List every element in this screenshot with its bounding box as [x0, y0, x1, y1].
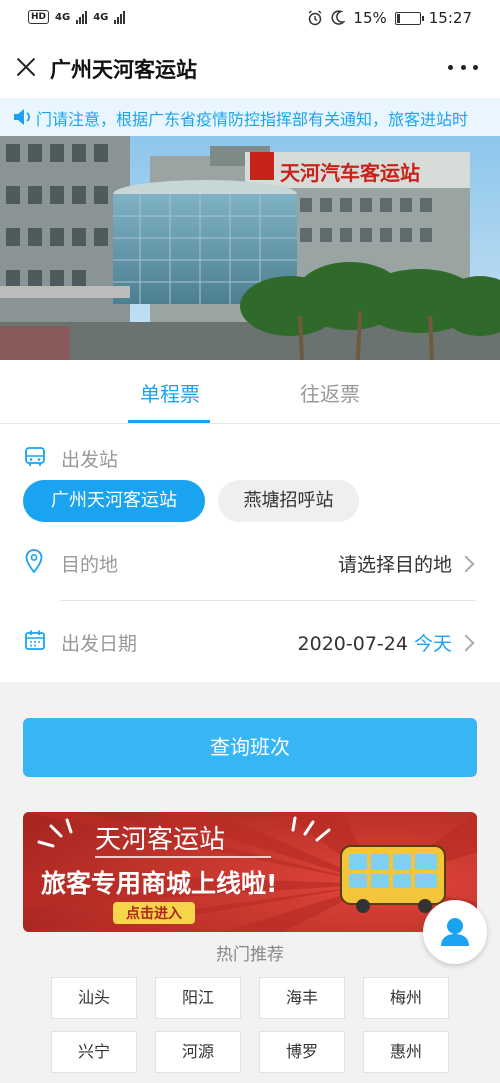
promo-title: 天河客运站: [95, 825, 225, 855]
signal-icon: [76, 10, 88, 24]
tab-one-way[interactable]: 单程票: [110, 378, 230, 407]
active-tab-indicator: [128, 420, 210, 423]
promo-art: 天河客运站 旅客专用商城上线啦! 点击进入: [23, 812, 477, 932]
hot-city-button[interactable]: 博罗: [259, 1031, 345, 1073]
battery-icon: [394, 11, 424, 25]
date-value: 2020-07-24: [297, 633, 408, 655]
status-bar-left: HD 4G 4G: [28, 10, 126, 24]
alarm-icon: [308, 10, 322, 26]
more-icon[interactable]: [448, 56, 478, 78]
battery-fill: [396, 13, 400, 23]
calendar-icon: [25, 630, 45, 650]
signal-2-label: 4G: [93, 11, 109, 23]
page-title: 广州天河客运站: [50, 58, 197, 82]
destination-label: 目的地: [61, 554, 119, 576]
status-bar: HD 4G 4G 15% 15:27: [0, 0, 500, 38]
departure-option-yantang[interactable]: 燕塘招呼站: [218, 480, 359, 522]
station-photo: 天河汽车客运站: [0, 136, 500, 360]
close-icon[interactable]: [12, 53, 40, 81]
hot-city-button[interactable]: 阳江: [155, 977, 241, 1019]
ticket-type-tabs: 单程票 往返票: [0, 360, 500, 424]
date-label: 出发日期: [61, 633, 138, 655]
notice-bar[interactable]: 门请注意，根据广东省疫情防控指挥部有关通知，旅客进站时: [0, 98, 500, 136]
notice-text: 门请注意，根据广东省疫情防控指挥部有关通知，旅客进站时: [36, 110, 469, 129]
departure-label: 出发站: [61, 449, 119, 471]
promo-banner[interactable]: 天河客运站 旅客专用商城上线啦! 点击进入: [23, 812, 477, 932]
promo-cta: 点击进入: [126, 905, 182, 922]
bus-icon: [25, 447, 45, 466]
hd-badge: HD: [28, 10, 50, 24]
hot-city-button[interactable]: 兴宁: [51, 1031, 137, 1073]
location-pin-icon: [25, 549, 43, 574]
building-sign-text: 天河汽车客运站: [280, 161, 420, 185]
departure-option-tianhe[interactable]: 广州天河客运站: [23, 480, 205, 522]
date-picker[interactable]: 2020-07-24 今天: [298, 629, 452, 656]
hot-city-button[interactable]: 河源: [155, 1031, 241, 1073]
signal-icon: [114, 10, 126, 24]
hot-city-button[interactable]: 海丰: [259, 977, 345, 1019]
search-schedules-button[interactable]: 查询班次: [23, 718, 477, 777]
moon-icon: [331, 10, 346, 25]
divider: [60, 600, 476, 601]
hot-city-button[interactable]: 汕头: [51, 977, 137, 1019]
hot-city-button[interactable]: 梅州: [363, 977, 449, 1019]
search-form: 出发站 广州天河客运站 燕塘招呼站 目的地 请选择目的地 出发日期 2020-0…: [0, 424, 500, 682]
tab-round-trip[interactable]: 往返票: [270, 378, 390, 407]
clock: 15:27: [428, 9, 472, 27]
hot-city-button[interactable]: 惠州: [363, 1031, 449, 1073]
destination-picker[interactable]: 请选择目的地: [338, 550, 452, 577]
chevron-right-icon: [457, 634, 475, 652]
speaker-icon: [14, 109, 30, 125]
title-bar: 广州天河客运站: [0, 38, 500, 98]
hot-recommend-title: 热门推荐: [216, 945, 284, 965]
chevron-right-icon: [457, 555, 475, 573]
station-banner: 天河汽车客运站: [0, 136, 500, 360]
signal-1-label: 4G: [55, 11, 71, 23]
today-tag: 今天: [413, 633, 452, 655]
status-bar-right: 15% 15:27: [307, 9, 472, 27]
battery-percent: 15%: [353, 9, 387, 27]
promo-subtitle: 旅客专用商城上线啦!: [41, 869, 277, 898]
